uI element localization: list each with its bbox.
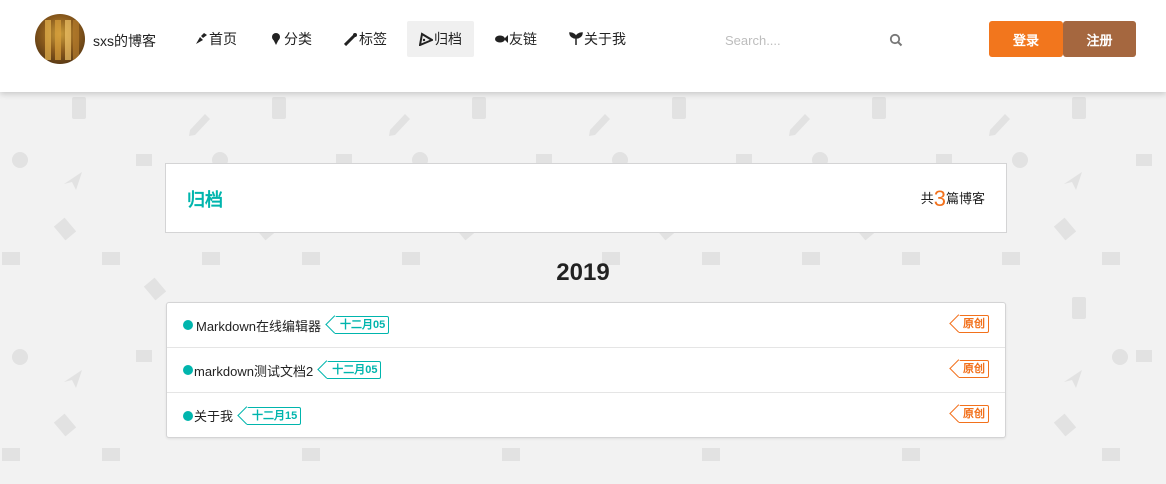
- post-count: 共3篇博客: [921, 186, 985, 212]
- original-tag-text: 原创: [963, 363, 985, 375]
- page-title: 归档: [187, 190, 223, 210]
- register-button[interactable]: 注册: [1063, 21, 1136, 57]
- search-box: [716, 26, 916, 54]
- date-tag-text: 十二月15: [252, 409, 298, 422]
- search-icon[interactable]: [889, 33, 903, 47]
- post-title-link[interactable]: markdown测试文档2: [194, 361, 313, 380]
- date-tag: 十二月05: [327, 361, 382, 379]
- bullet-dot: [183, 365, 193, 375]
- nav-item-tags[interactable]: 标签: [332, 21, 399, 57]
- original-tag-text: 原创: [963, 318, 985, 330]
- original-tag: 原创: [959, 405, 989, 423]
- post-title-link[interactable]: Markdown在线编辑器: [196, 316, 321, 335]
- nav-item-home[interactable]: 首页: [182, 21, 249, 57]
- date-tag: 十二月15: [247, 406, 302, 425]
- home-icon: [196, 33, 207, 44]
- main-nav: 首页 分类 标签 归档 友链 关于我: [182, 21, 646, 57]
- post-count-number: 3: [933, 186, 946, 211]
- nav-item-label: 友链: [509, 31, 537, 47]
- bullet-dot: [183, 320, 193, 330]
- post-list: Markdown在线编辑器 十二月05 原创 markdown测试文档2 十二月…: [166, 302, 1006, 438]
- list-item[interactable]: markdown测试文档2 十二月05 原创: [167, 348, 1005, 393]
- date-tag-text: 十二月05: [339, 319, 386, 331]
- date-tag: 十二月05: [334, 316, 390, 334]
- nav-item-label: 分类: [284, 31, 312, 47]
- post-title-link[interactable]: 关于我: [194, 406, 233, 425]
- date-tag-text: 十二月05: [332, 364, 378, 376]
- list-item[interactable]: Markdown在线编辑器 十二月05 原创: [167, 303, 1005, 348]
- year-heading: 2019: [556, 259, 610, 286]
- nav-item-category[interactable]: 分类: [257, 21, 324, 57]
- nav-item-label: 首页: [209, 31, 237, 47]
- top-navbar: sxs的博客 首页 分类 标签 归档 友链 关于我 Search.... 登录 …: [0, 0, 1166, 92]
- original-tag: 原创: [959, 315, 989, 333]
- avatar[interactable]: [35, 14, 85, 64]
- bullet-dot: [183, 410, 193, 421]
- nav-item-label: 归档: [434, 31, 462, 47]
- tag-icon: [344, 33, 357, 46]
- leaf-icon: [569, 32, 583, 45]
- list-item[interactable]: 关于我 十二月15 原创: [167, 393, 1005, 438]
- original-tag: 原创: [959, 360, 989, 378]
- archive-header-card: 归档 共3篇博客: [165, 163, 1007, 233]
- nav-item-label: 关于我: [584, 31, 626, 47]
- fish-icon: [495, 35, 508, 43]
- search-input[interactable]: [716, 26, 916, 54]
- original-tag-text: 原创: [963, 408, 985, 420]
- nav-item-archive[interactable]: 归档: [407, 21, 474, 57]
- category-icon: [272, 33, 280, 45]
- nav-item-about[interactable]: 关于我: [557, 21, 638, 57]
- nav-item-links[interactable]: 友链: [482, 21, 549, 57]
- site-name[interactable]: sxs的博客: [93, 31, 156, 51]
- nav-item-label: 标签: [359, 31, 387, 47]
- login-button[interactable]: 登录: [989, 21, 1063, 57]
- post-count-prefix: 共: [920, 191, 934, 206]
- post-count-suffix: 篇博客: [945, 191, 985, 206]
- archive-icon: [419, 32, 433, 46]
